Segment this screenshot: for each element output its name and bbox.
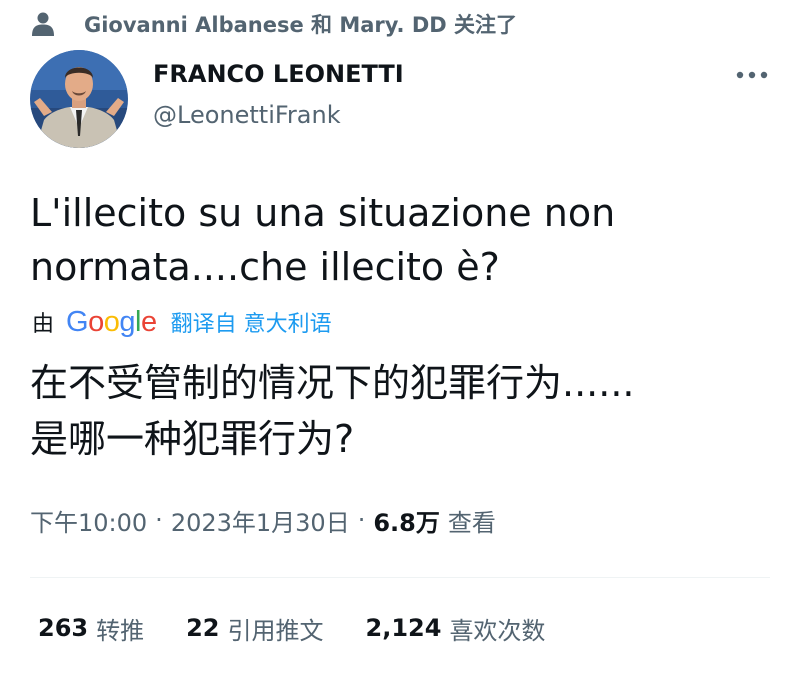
- tweet-text: L'illecito su una situazione non normata…: [30, 186, 770, 294]
- avatar[interactable]: [30, 50, 128, 148]
- meta-separator: ·: [155, 506, 163, 534]
- engagement-stats: 263 转推 22 引用推文 2,124 喜欢次数: [38, 608, 587, 648]
- translated-text-line: 在不受管制的情况下的犯罪行为......: [30, 361, 635, 405]
- retweets-count: 263: [38, 614, 89, 642]
- avatar-image: [30, 50, 128, 148]
- views-count: 6.8万: [373, 508, 440, 537]
- translated-text-line: 是哪一种犯罪行为?: [30, 417, 355, 461]
- quotes-stat[interactable]: 22 引用推文: [186, 611, 323, 646]
- tweet-meta: 下午10:00 · 2023年1月30日 · 6.8万 查看: [30, 500, 496, 540]
- more-options-button[interactable]: [734, 62, 770, 88]
- likes-stat[interactable]: 2,124 喜欢次数: [366, 611, 546, 646]
- google-logo-letter: e: [140, 305, 157, 338]
- likes-label: 喜欢次数: [449, 616, 546, 645]
- tweet-date[interactable]: 2023年1月30日: [171, 503, 350, 538]
- google-logo: Google: [66, 306, 157, 339]
- retweets-stat[interactable]: 263 转推: [38, 611, 144, 646]
- likes-count: 2,124: [365, 614, 442, 642]
- tweet-text-line: L'illecito su una situazione non: [30, 191, 616, 235]
- social-context-text: Giovanni Albanese 和 Mary. DD 关注了: [84, 13, 517, 37]
- google-logo-letter: G: [66, 305, 89, 338]
- quotes-count: 22: [186, 614, 220, 642]
- google-logo-letter: g: [119, 305, 135, 338]
- translated-by-label: 由: [32, 312, 55, 337]
- google-logo-letter: o: [88, 305, 104, 338]
- views-label: 查看: [447, 508, 496, 537]
- person-icon: [32, 12, 54, 36]
- divider: [30, 577, 770, 578]
- author-display-name[interactable]: FRANCO LEONETTI: [153, 60, 404, 88]
- translated-from-italian-link[interactable]: 翻译自 意大利语: [171, 306, 332, 338]
- social-context[interactable]: Giovanni Albanese 和 Mary. DD 关注了: [32, 8, 517, 40]
- retweets-label: 转推: [96, 616, 145, 645]
- meta-separator: ·: [357, 506, 366, 534]
- author-handle[interactable]: @LeonettiFrank: [153, 101, 341, 129]
- tweet-text-line: normata....che illecito è?: [30, 245, 500, 289]
- tweet-time[interactable]: 下午10:00: [30, 503, 147, 538]
- quotes-label: 引用推文: [227, 616, 324, 645]
- translated-text: 在不受管制的情况下的犯罪行为...... 是哪一种犯罪行为?: [30, 355, 780, 467]
- translation-attribution: 由 Google 翻译自 意大利语: [32, 303, 332, 341]
- google-logo-letter: o: [103, 305, 120, 338]
- more-horizontal-icon: [736, 71, 768, 79]
